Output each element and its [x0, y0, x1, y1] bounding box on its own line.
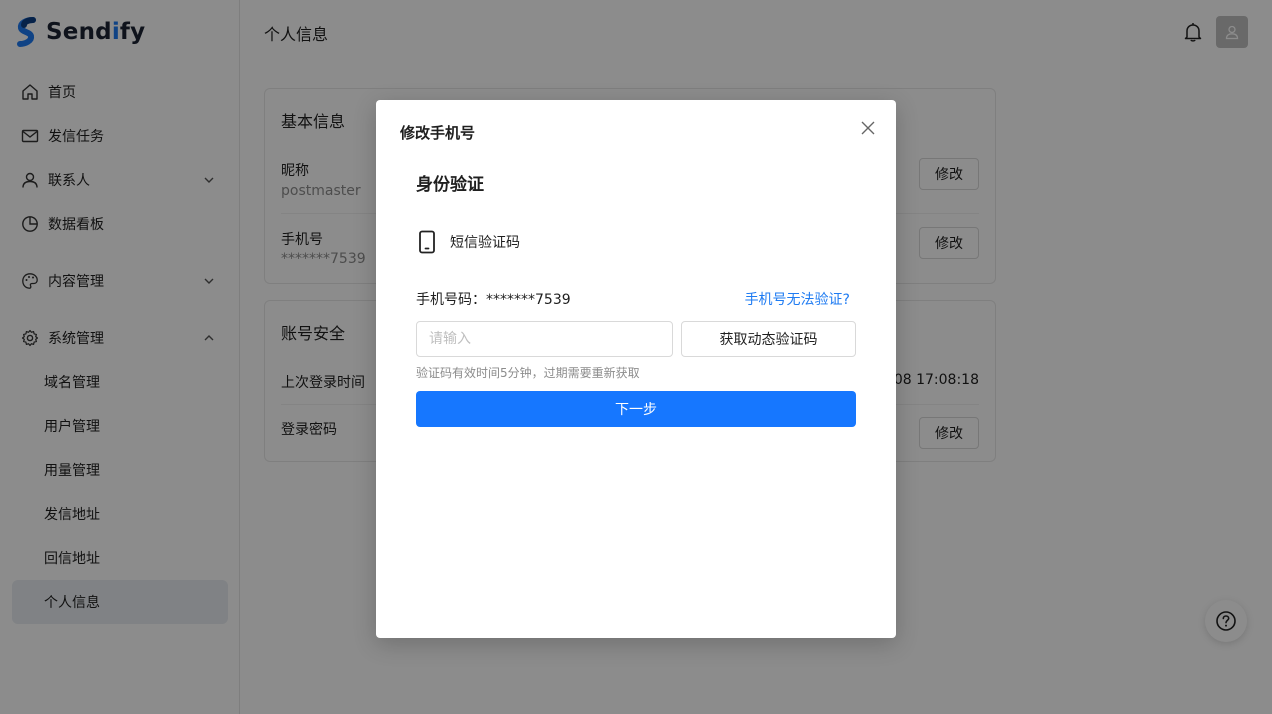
code-validity-hint: 验证码有效时间5分钟，过期需要重新获取 — [416, 366, 640, 380]
phone-number-label: 手机号码：*******7539 — [416, 292, 571, 308]
change-phone-modal: 修改手机号 身份验证 短信验证码 手机号码：*******7539 手机号无法验… — [376, 100, 896, 638]
modal-title: 修改手机号 — [400, 124, 476, 142]
close-icon[interactable] — [860, 120, 876, 136]
get-code-button[interactable]: 获取动态验证码 — [681, 321, 856, 357]
mobile-phone-icon — [419, 230, 435, 254]
cant-verify-link[interactable]: 手机号无法验证? — [745, 289, 850, 309]
verification-code-input[interactable] — [416, 321, 673, 357]
sms-method[interactable]: 短信验证码 — [416, 230, 520, 254]
section-title: 身份验证 — [416, 175, 484, 195]
next-step-button[interactable]: 下一步 — [416, 391, 856, 427]
method-label: 短信验证码 — [450, 235, 520, 251]
